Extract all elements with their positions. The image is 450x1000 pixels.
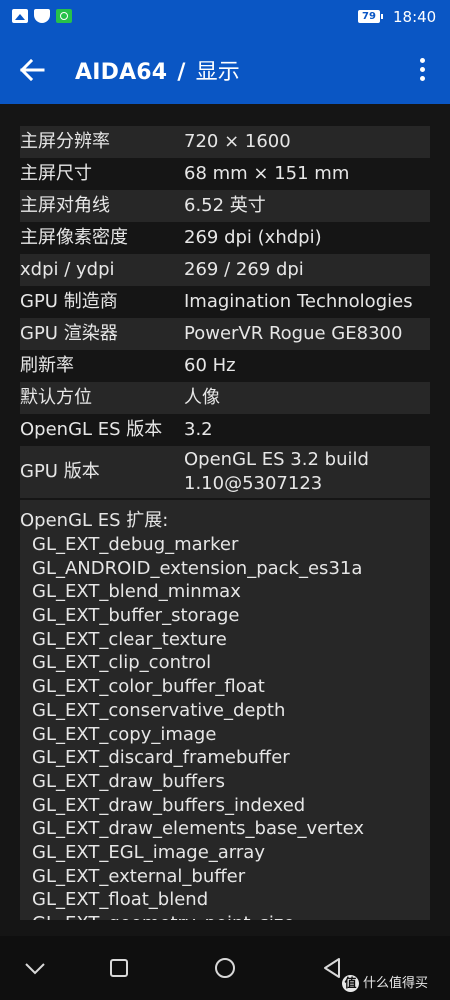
extension-item: GL_EXT_geometry_point_size (32, 912, 364, 920)
overflow-menu-button[interactable] (410, 56, 434, 84)
extension-item: GL_EXT_EGL_image_array (32, 841, 265, 863)
back-button[interactable] (18, 55, 48, 85)
notification-icons (12, 9, 72, 23)
extension-item: GL_EXT_debug_marker (32, 534, 239, 555)
info-list: 主屏分辨率 720 × 1600 主屏尺寸 68 mm × 151 mm 主屏对… (20, 126, 430, 498)
row-value-line: 1.10@5307123 (184, 473, 323, 494)
arrow-left-icon (19, 58, 45, 82)
row-value: 68 mm × 151 mm (184, 163, 350, 184)
nav-back-button[interactable] (320, 956, 344, 980)
info-row-gpu-renderer: GPU 渲染器 PowerVR Rogue GE8300 (20, 318, 430, 350)
extensions-title: OpenGL ES 扩展: (20, 510, 169, 531)
title-separator: / (177, 60, 186, 85)
extension-item: GL_EXT_blend_minmax (32, 581, 241, 603)
extension-item: GL_EXT_copy_image (32, 723, 217, 745)
extension-item: GL_EXT_discard_framebuffer (32, 747, 290, 769)
row-value: 60 Hz (184, 355, 236, 376)
extension-item: GL_EXT_clear_texture (32, 628, 227, 650)
row-value: 6.52 英寸 (184, 195, 266, 216)
row-value-line: OpenGL ES 3.2 build (184, 449, 369, 470)
info-row-gpu-vendor: GPU 制造商 Imagination Technologies (20, 286, 430, 318)
nav-collapse-button[interactable] (23, 956, 47, 980)
info-row-gpu-version: GPU 版本 OpenGL ES 3.2 build 1.10@5307123 (20, 446, 430, 498)
watermark-logo: 值 (342, 975, 359, 992)
extension-item: GL_EXT_color_buffer_float (32, 676, 265, 698)
watermark: 值什么值得买 (342, 972, 428, 992)
image-icon (12, 9, 28, 23)
row-value: 人像 (184, 387, 220, 408)
info-row-diagonal: 主屏对角线 6.52 英寸 (20, 190, 430, 222)
app-name: AIDA64 (75, 60, 168, 85)
row-label: 主屏分辨率 (20, 131, 110, 152)
row-label: xdpi / ydpi (20, 259, 115, 280)
extensions-list: GL_EXT_debug_marker GL_ANDROID_extension… (32, 533, 364, 920)
row-label: GPU 版本 (20, 461, 100, 482)
page-title: AIDA64 / 显示 (75, 54, 240, 86)
row-label: 默认方位 (20, 387, 92, 408)
extension-item: GL_EXT_clip_control (32, 652, 212, 674)
extension-item: GL_EXT_conservative_depth (32, 699, 286, 721)
status-time: 18:40 (393, 8, 437, 26)
row-value: 3.2 (184, 419, 213, 440)
row-value: 720 × 1600 (184, 131, 291, 152)
extension-item: GL_EXT_draw_elements_base_vertex (32, 818, 365, 840)
nav-home-button[interactable] (213, 956, 237, 980)
info-row-refresh-rate: 刷新率 60 Hz (20, 350, 430, 382)
app-bar: AIDA64 / 显示 (0, 35, 450, 104)
info-row-orientation: 默认方位 人像 (20, 382, 430, 414)
section-name: 显示 (195, 60, 240, 85)
row-label: OpenGL ES 版本 (20, 419, 163, 440)
extension-item: GL_EXT_buffer_storage (32, 605, 240, 627)
info-row-size: 主屏尺寸 68 mm × 151 mm (20, 158, 430, 190)
info-row-resolution: 主屏分辨率 720 × 1600 (20, 126, 430, 158)
row-value: 269 / 269 dpi (184, 259, 304, 280)
extensions-panel: OpenGL ES 扩展: GL_EXT_debug_marker GL_AND… (20, 500, 430, 920)
camera-icon (56, 9, 72, 23)
chevron-down-icon (25, 963, 45, 975)
row-label: GPU 渲染器 (20, 323, 118, 344)
extension-item: GL_EXT_float_blend (32, 889, 209, 911)
row-label: GPU 制造商 (20, 291, 118, 312)
screen: 79 18:40 AIDA64 / 显示 主屏分辨率 720 × 1600 主屏尺寸 (0, 0, 450, 1000)
row-label: 刷新率 (20, 355, 74, 376)
info-row-xdpi-ydpi: xdpi / ydpi 269 / 269 dpi (20, 254, 430, 286)
row-value: PowerVR Rogue GE8300 (184, 323, 403, 344)
nav-recents-button[interactable] (107, 956, 131, 980)
row-label: 主屏尺寸 (20, 163, 92, 184)
row-value: 269 dpi (xhdpi) (184, 227, 322, 248)
square-icon (110, 959, 128, 977)
info-row-opengl-version: OpenGL ES 版本 3.2 (20, 414, 430, 446)
triangle-back-icon (324, 958, 340, 978)
extension-item: GL_EXT_external_buffer (32, 865, 246, 887)
shield-icon (34, 9, 50, 23)
content-area[interactable]: 主屏分辨率 720 × 1600 主屏尺寸 68 mm × 151 mm 主屏对… (0, 104, 450, 936)
row-value: Imagination Technologies (184, 291, 413, 312)
watermark-text: 什么值得买 (363, 976, 429, 991)
row-label: 主屏对角线 (20, 195, 110, 216)
extension-item: GL_EXT_draw_buffers_indexed (32, 794, 306, 816)
status-bar: 79 18:40 (0, 0, 450, 35)
extension-item: GL_ANDROID_extension_pack_es31a (32, 557, 363, 579)
extension-item: GL_EXT_draw_buffers (32, 770, 226, 792)
more-vert-icon (420, 58, 425, 63)
circle-home-icon (215, 958, 235, 978)
row-value: OpenGL ES 3.2 build 1.10@5307123 (184, 448, 369, 496)
info-row-density: 主屏像素密度 269 dpi (xhdpi) (20, 222, 430, 254)
battery-icon: 79 (358, 10, 383, 23)
row-label: 主屏像素密度 (20, 227, 128, 248)
